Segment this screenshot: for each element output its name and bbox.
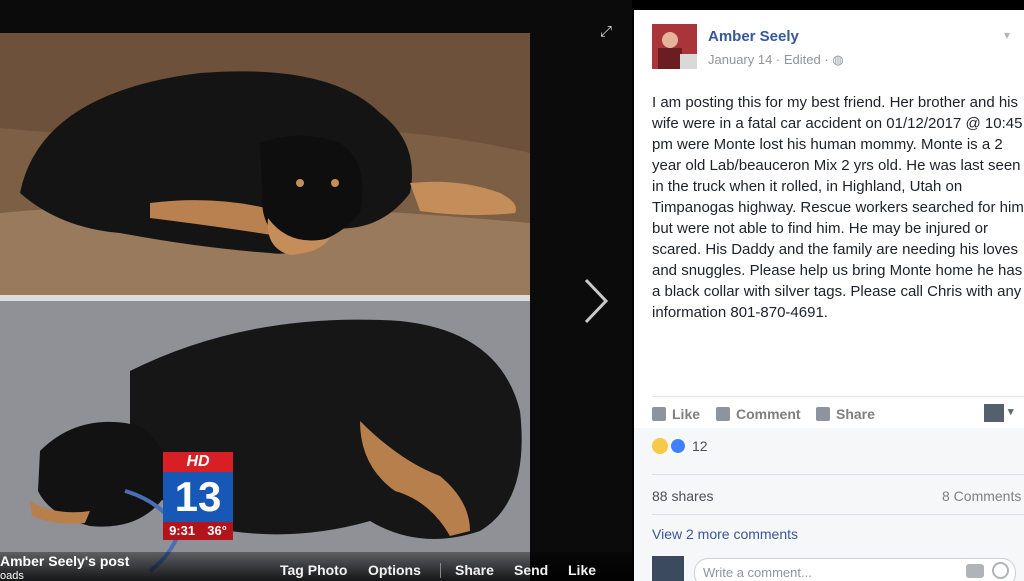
reactions-section: 12 88 shares 8 Comments View 2 more comm… <box>634 428 1024 581</box>
viewer-avatar[interactable] <box>984 404 1004 422</box>
caption-title[interactable]: Amber Seely's post <box>0 553 129 569</box>
post-panel: Amber Seely January 14 · Edited · ◍ ▾ I … <box>634 10 1024 581</box>
tag-photo-button[interactable]: Tag Photo <box>280 562 347 578</box>
camera-icon[interactable] <box>966 564 984 578</box>
post-date: January 14 · Edited · ◍ <box>708 52 844 68</box>
sad-reaction-icon <box>652 438 668 454</box>
caption-divider <box>440 563 441 578</box>
badge-temp: 36° <box>207 523 227 538</box>
caption-subtext: oads <box>0 570 24 581</box>
reaction-count: 12 <box>692 438 708 454</box>
divider <box>652 514 1024 515</box>
post-date-text[interactable]: January 14 · Edited · <box>708 52 829 67</box>
reactions-summary[interactable]: 12 <box>652 438 708 454</box>
chevron-down-icon[interactable]: ▾ <box>1008 405 1014 418</box>
emoji-icon[interactable] <box>992 562 1009 579</box>
view-more-comments-link[interactable]: View 2 more comments <box>652 526 798 542</box>
divider <box>652 474 1024 475</box>
badge-time-temp: 9:31 36° <box>163 522 233 540</box>
like-photo-button[interactable]: Like <box>568 562 596 578</box>
photo-dog-floor <box>0 301 530 581</box>
thumbs-up-icon <box>652 407 666 421</box>
photo[interactable] <box>0 33 530 581</box>
post-action-bar: Like Comment Share ▾ <box>652 396 1024 422</box>
photo-viewer: ⤢ HD 13 9:31 36° Amber Seely's post oads… <box>0 0 632 581</box>
author-avatar[interactable] <box>652 24 697 69</box>
like-button[interactable]: Like <box>652 406 700 422</box>
chevron-down-icon[interactable]: ▾ <box>1004 28 1010 42</box>
post-text: I am posting this for my best friend. He… <box>652 94 1024 321</box>
badge-channel: 13 <box>163 472 233 522</box>
share-icon <box>816 407 830 421</box>
share-label: Share <box>836 406 875 422</box>
badge-hd: HD <box>163 452 233 472</box>
options-button[interactable]: Options <box>368 562 421 578</box>
chevron-right-icon[interactable] <box>580 276 612 326</box>
like-label: Like <box>672 406 701 422</box>
like-reaction-icon <box>670 438 686 454</box>
globe-icon: ◍ <box>832 52 844 67</box>
share-post-button[interactable]: Share <box>816 406 875 422</box>
shares-count[interactable]: 88 shares <box>652 488 713 504</box>
comment-label: Comment <box>736 406 801 422</box>
send-button[interactable]: Send <box>514 562 548 578</box>
commenter-avatar <box>652 556 684 581</box>
comments-count[interactable]: 8 Comments <box>942 488 1021 504</box>
station-logo-badge: HD 13 9:31 36° <box>163 452 233 540</box>
photo-dog-couch <box>0 33 530 295</box>
share-button[interactable]: Share <box>455 562 494 578</box>
expand-icon[interactable]: ⤢ <box>600 24 616 40</box>
comment-button[interactable]: Comment <box>716 406 801 422</box>
author-name[interactable]: Amber Seely <box>708 28 799 45</box>
badge-time: 9:31 <box>169 523 196 538</box>
comment-icon <box>716 407 730 421</box>
